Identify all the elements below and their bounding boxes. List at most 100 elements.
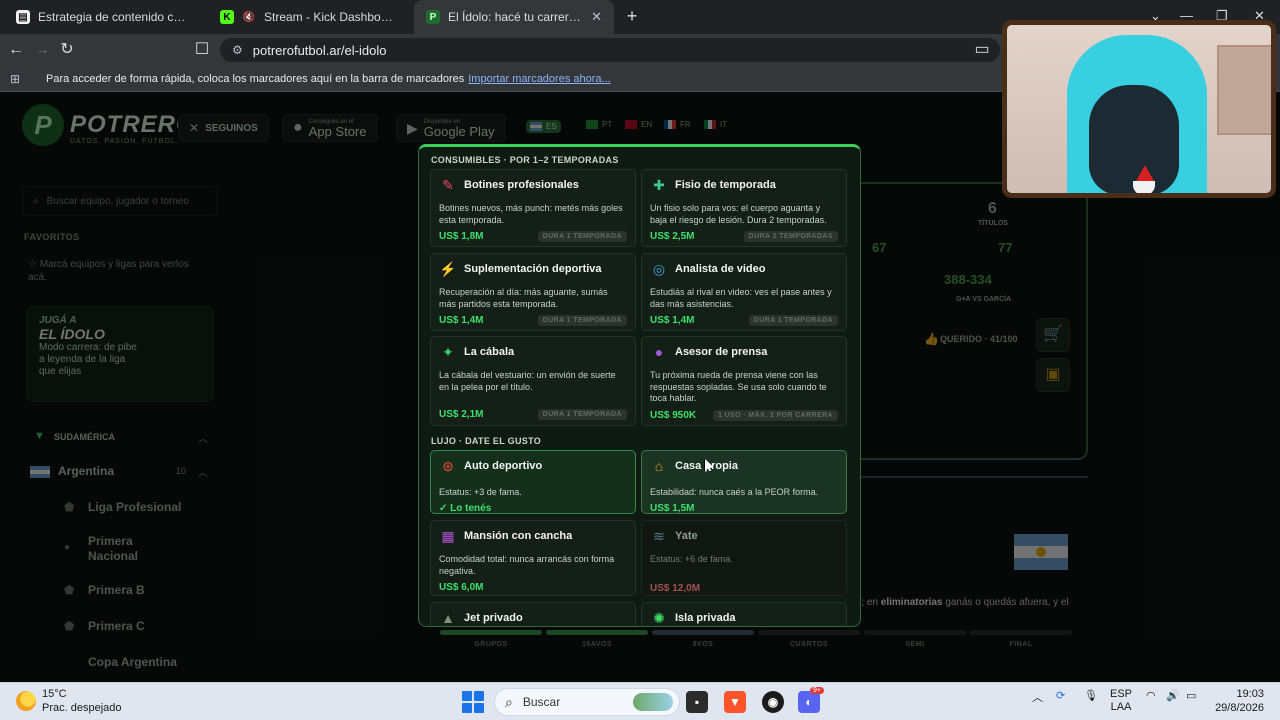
tab-title: Estrategia de contenido corto [38, 10, 192, 24]
cast-icon[interactable]: ▭ [972, 40, 992, 60]
sidebar-league-primera-c[interactable]: Primera C [88, 619, 145, 634]
google-play-button[interactable]: ▶ Disponible en Google Play [396, 114, 506, 142]
luxury-section-title: LUJO · DATE EL GUSTO [431, 436, 542, 446]
shop-cart-button[interactable]: 🛒 [1036, 318, 1070, 352]
lang-fr[interactable]: FR [664, 120, 691, 129]
country-count: 10 [175, 466, 186, 476]
mansion-icon: ▦ [441, 527, 455, 544]
site-info-icon[interactable]: ⚙ [232, 43, 243, 57]
new-tab-button[interactable]: + [622, 6, 642, 26]
shop-item-fisio[interactable]: ✚ Fisio de temporada Un fisio solo para v… [641, 169, 847, 247]
shop-item-analista[interactable]: ◎ Analista de video Estudiás al rival en … [641, 253, 847, 331]
stage-description: ); en eliminatorias ganás o quedás afuer… [858, 597, 1069, 608]
consumables-section-title: CONSUMIBLES · POR 1–2 TEMPORADAS [431, 155, 619, 165]
taskbar-search[interactable]: ⌕ Buscar [494, 688, 680, 716]
battery-icon[interactable]: ▭ [1186, 689, 1196, 702]
sidebar-league-primera-nacional[interactable]: Primera Nacional [88, 534, 158, 564]
shop-item-isla-privada[interactable]: ✺ Isla privada [641, 602, 847, 626]
sidebar-league-copa-argentina[interactable]: Copa Argentina [88, 655, 177, 670]
close-tab-icon[interactable]: ✕ [591, 9, 602, 25]
start-button[interactable] [462, 691, 484, 713]
record-value: 388-334 [944, 272, 992, 287]
inventory-button[interactable]: ▣ [1036, 358, 1070, 392]
back-button[interactable]: ← [6, 40, 26, 60]
stage-grupos: GRUPOS [440, 630, 542, 648]
site-logo[interactable]: P POTRERO DATOS. PASIÓN. FÚTBOL. [22, 104, 196, 146]
tab-el-idolo[interactable]: P El Ídolo: hacé tu carrera de futbo ✕ [414, 0, 614, 34]
item-price: US$ 2,5M [650, 231, 695, 242]
task-view-icon[interactable]: ▪ [686, 691, 708, 713]
discord-icon[interactable]: ◐ [798, 691, 820, 713]
sidebar-league-primera-b[interactable]: Primera B [88, 583, 145, 598]
obs-icon[interactable]: ◉ [762, 691, 784, 713]
shop-item-mansion[interactable]: ▦ Mansión con cancha Comodidad total: nun… [430, 520, 636, 596]
apps-grid-icon[interactable]: ⊞ [10, 72, 24, 86]
microphone-icon[interactable]: 🎙 [1084, 689, 1098, 702]
item-price: US$ 1,8M [439, 231, 484, 242]
url-field[interactable]: ⚙ potrerofutbol.ar/el-idolo [220, 38, 1000, 62]
tab-kick-dashboard[interactable]: K 🔇 Stream - Kick Dashboard [208, 0, 408, 34]
windows-taskbar: 15°C Prac. despejado ⌕ Buscar ▪ ▼ ◉ ◐ 9+… [0, 682, 1280, 720]
item-title: Jet privado [464, 612, 523, 624]
league-shield-icon: ⬟ [64, 583, 75, 597]
tab-title: Stream - Kick Dashboard [264, 10, 396, 24]
item-price: US$ 1,5M [650, 502, 695, 514]
bookmark-icon[interactable]: ☐ [192, 40, 212, 60]
favorites-title: FAVORITOS [24, 232, 80, 242]
sidebar-search-input[interactable]: ⌕ Buscar equipo, jugador o torneo [22, 186, 218, 216]
shop-item-suplementacion[interactable]: ⚡ Suplementación deportiva Recuperación a… [430, 253, 636, 331]
shop-item-cabala[interactable]: ✦ La cábala La cábala del vestuario: un e… [430, 336, 636, 426]
webcam-overlay [1002, 20, 1276, 198]
el-idolo-promo-card[interactable]: JUGÁ A EL ÍDOLO Modo carrera: de pibe a … [26, 306, 214, 402]
thumbs-up-icon: 👍 [924, 332, 939, 346]
system-clock[interactable]: 19:03 29/8/2026 [1206, 687, 1264, 715]
lang-es[interactable]: ES [526, 120, 561, 133]
brave-browser-icon[interactable]: ▼ [724, 691, 746, 713]
follow-x-button[interactable]: ✕ SEGUINOS [178, 114, 269, 142]
lang-it[interactable]: IT [704, 120, 727, 129]
app-store-button[interactable]: ● Conseguilo en el App Store [282, 114, 378, 142]
item-duration: DURA 1 TEMPORADA [537, 315, 627, 326]
x-icon: ✕ [189, 121, 200, 135]
chevron-up-icon[interactable]: ︿ [198, 464, 208, 479]
shop-item-botines[interactable]: ✎ Botines profesionales Botines nuevos, m… [430, 169, 636, 247]
stage-label: CUARTOS [790, 641, 828, 648]
wifi-icon[interactable]: ◠ [1146, 689, 1156, 702]
lang-pt[interactable]: PT [586, 120, 612, 129]
item-desc: Estatus: +3 de fama. [439, 487, 522, 497]
promo-line2: EL ÍDOLO [39, 326, 105, 342]
document-favicon-icon: ▤ [16, 10, 30, 24]
volume-icon[interactable]: 🔊 [1166, 689, 1180, 702]
reload-button[interactable]: ↻ [57, 40, 77, 60]
weather-widget[interactable]: 15°C Prac. despejado [16, 687, 122, 715]
app-store-big: App Store [308, 123, 367, 139]
stage-label: FINAL [1009, 641, 1033, 648]
input-language[interactable]: ESP LAA [1110, 688, 1132, 714]
bookmarks-hint: Para acceder de forma rápida, coloca los… [46, 72, 465, 85]
shop-modal: CONSUMIBLES · POR 1–2 TEMPORADAS ✎ Botine… [418, 144, 861, 627]
shop-item-yate[interactable]: ≋ Yate Estatus: +6 de fama. US$ 12,0M [641, 520, 847, 596]
sidebar-region-sudamerica[interactable]: SUDAMÉRICA [54, 432, 115, 442]
shop-item-casa-propia[interactable]: ⌂ Casa propia Estabilidad: nunca caés a l… [641, 450, 847, 514]
forward-button[interactable]: → [32, 40, 52, 60]
tab-strategy[interactable]: ▤ Estrategia de contenido corto [4, 0, 204, 34]
search-icon: ⌕ [505, 693, 513, 710]
lang-label: PT [602, 120, 613, 129]
search-highlight-icon [633, 693, 673, 711]
shop-item-jet-privado[interactable]: ▲ Jet privado [430, 602, 636, 626]
muted-audio-icon[interactable]: 🔇 [242, 10, 256, 24]
stage-label: GRUPOS [474, 641, 508, 648]
import-bookmarks-link[interactable]: Importar marcadores ahora... [468, 73, 610, 85]
stage-semi: SEMI [864, 630, 966, 648]
sidebar-league-liga-profesional[interactable]: Liga Profesional [88, 500, 181, 515]
sync-icon[interactable]: ⟳ [1056, 689, 1065, 702]
shop-item-auto-deportivo[interactable]: ⊛ Auto deportivo Estatus: +3 de fama. ✓ L… [430, 450, 636, 514]
querido-label: QUERIDO · 41/100 [940, 334, 1018, 344]
sidebar-item-argentina[interactable]: Argentina [58, 464, 114, 478]
shop-item-asesor-prensa[interactable]: ● Asesor de prensa Tu próxima rueda de pr… [641, 336, 847, 426]
lang-en[interactable]: EN [625, 120, 652, 129]
item-desc: Estatus: +6 de fama. [650, 554, 733, 564]
chevron-up-icon[interactable]: ︿ [198, 430, 208, 445]
tray-overflow-icon[interactable]: ︿ [1032, 689, 1043, 705]
logo-badge: P [22, 104, 64, 146]
